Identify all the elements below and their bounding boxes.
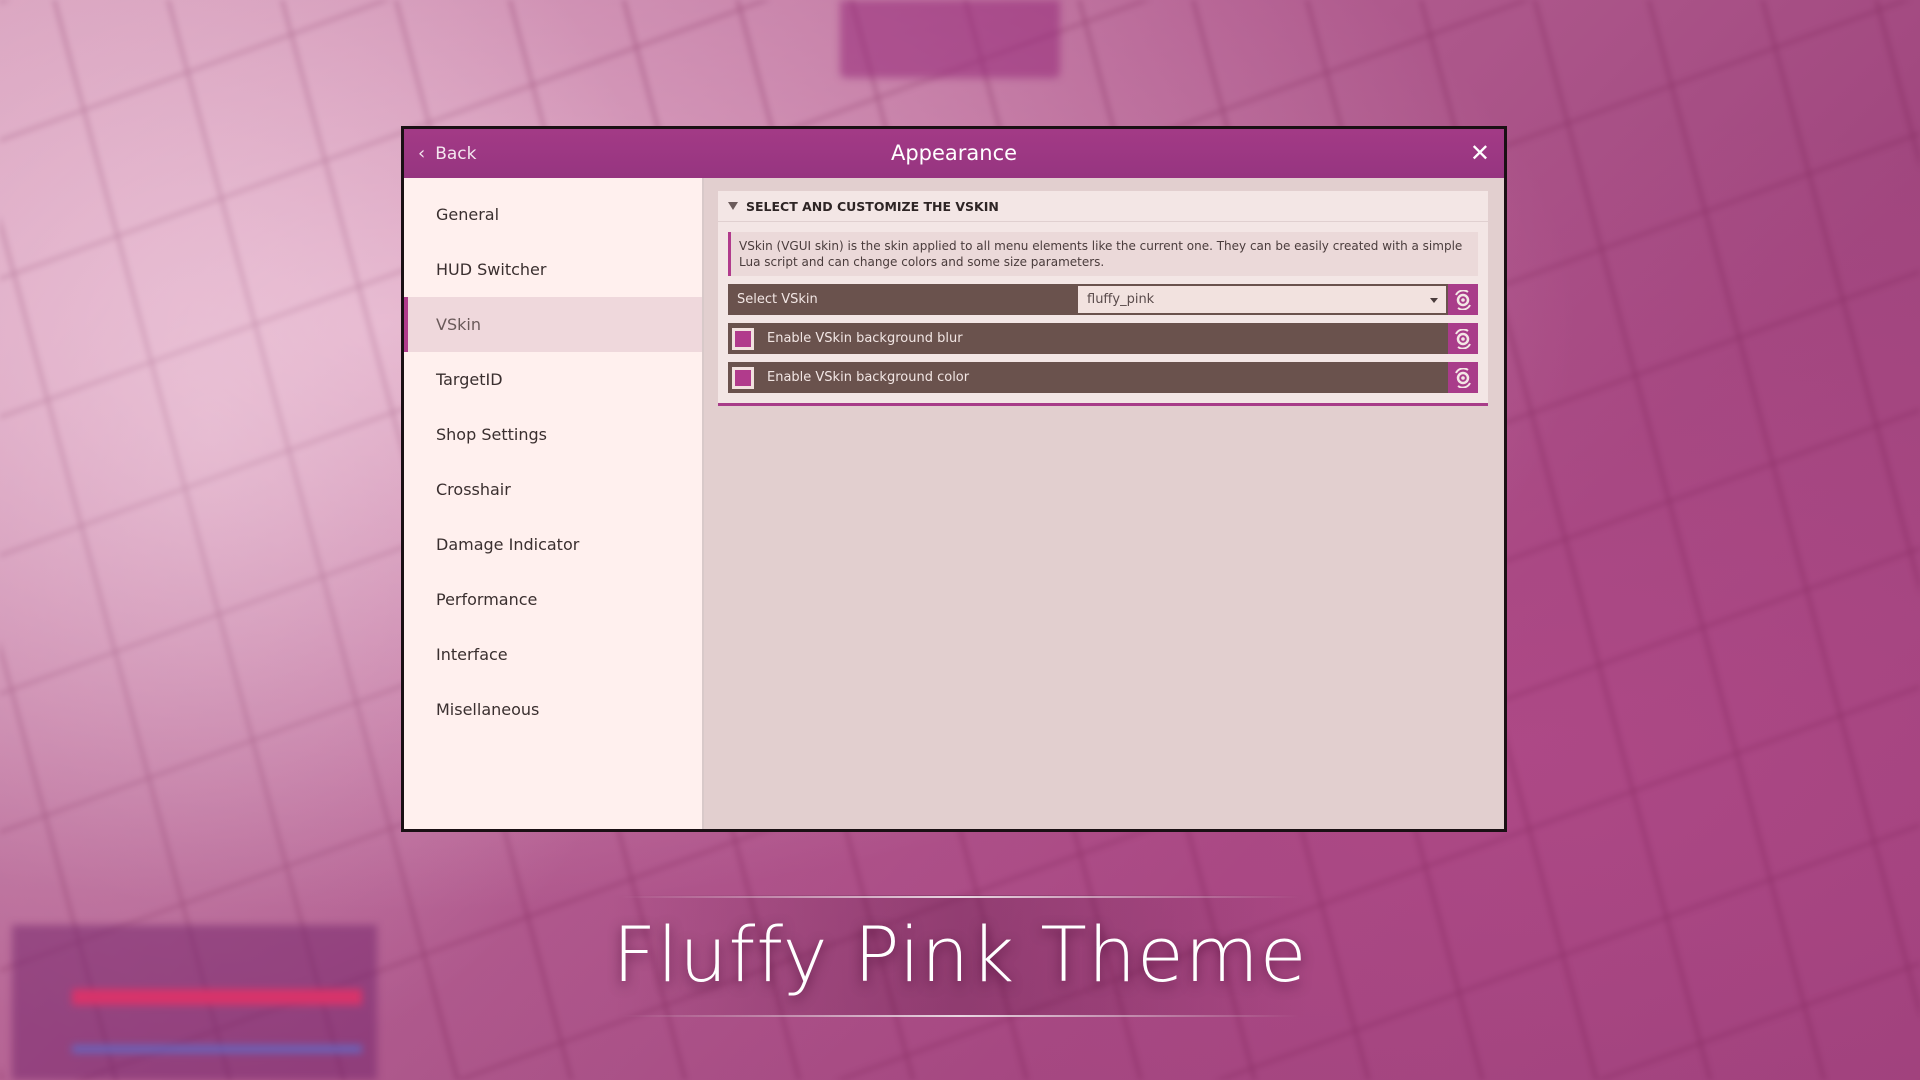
- sidebar-item-label: Damage Indicator: [436, 535, 580, 554]
- sidebar-item-vskin[interactable]: VSkin: [404, 297, 702, 352]
- sidebar-item-crosshair[interactable]: Crosshair: [404, 462, 702, 517]
- footer-divider-top: [620, 896, 1300, 898]
- vskin-dropdown[interactable]: fluffy_pink: [1078, 286, 1446, 313]
- reset-icon[interactable]: [1448, 284, 1478, 315]
- titlebar: ‹ Back Appearance ✕: [404, 129, 1504, 178]
- select-vskin-label: Select VSkin: [737, 292, 818, 307]
- panel-header[interactable]: SELECT AND CUSTOMIZE THE VSKIN: [718, 191, 1488, 222]
- vskin-panel: SELECT AND CUSTOMIZE THE VSKIN VSkin (VG…: [718, 191, 1488, 406]
- theme-title: Fluffy Pink Theme: [612, 910, 1308, 999]
- sidebar-item-label: TargetID: [436, 370, 503, 389]
- sidebar-item-label: General: [436, 205, 500, 224]
- dropdown-caret-icon: [1430, 298, 1438, 303]
- sidebar-item-shop-settings[interactable]: Shop Settings: [404, 407, 702, 462]
- reset-icon[interactable]: [1448, 323, 1478, 354]
- background-hud-top: [840, 0, 1060, 78]
- background-hud-panel: [12, 925, 377, 1080]
- sidebar-item-label: Shop Settings: [436, 425, 547, 444]
- sidebar-item-targetid[interactable]: TargetID: [404, 352, 702, 407]
- sidebar-item-damage-indicator[interactable]: Damage Indicator: [404, 517, 702, 572]
- sidebar: General HUD Switcher VSkin TargetID Shop…: [404, 178, 704, 829]
- background-color-checkbox[interactable]: [732, 366, 754, 389]
- content-area: SELECT AND CUSTOMIZE THE VSKIN VSkin (VG…: [704, 178, 1504, 829]
- sidebar-item-label: Crosshair: [436, 480, 511, 499]
- back-label: Back: [435, 143, 477, 164]
- footer-divider-bottom: [620, 1015, 1300, 1017]
- sidebar-item-label: Interface: [436, 645, 508, 664]
- background-health-bar: [72, 989, 362, 1005]
- checkbox-checked-mark: [735, 369, 751, 386]
- chevron-left-icon: ‹: [418, 143, 426, 164]
- sidebar-item-label: Performance: [436, 590, 538, 609]
- appearance-window: ‹ Back Appearance ✕ General HUD Switcher…: [401, 126, 1507, 832]
- back-button[interactable]: ‹ Back: [418, 129, 476, 178]
- sidebar-item-miscellaneous[interactable]: Misellaneous: [404, 682, 702, 737]
- sidebar-item-hud-switcher[interactable]: HUD Switcher: [404, 242, 702, 297]
- background-blur-checkbox[interactable]: [732, 327, 754, 350]
- window-title: Appearance: [890, 141, 1018, 165]
- close-icon[interactable]: ✕: [1470, 129, 1490, 178]
- sidebar-item-label: HUD Switcher: [436, 260, 547, 279]
- collapse-triangle-icon: [728, 202, 738, 210]
- select-vskin-row: Select VSkin fluffy_pink: [728, 284, 1478, 315]
- reset-icon[interactable]: [1448, 362, 1478, 393]
- sidebar-item-label: VSkin: [436, 315, 481, 334]
- sidebar-item-interface[interactable]: Interface: [404, 627, 702, 682]
- checkbox-checked-mark: [735, 330, 751, 347]
- background-ammo-bar: [72, 1045, 362, 1053]
- background-blur-row: Enable VSkin background blur: [728, 323, 1478, 354]
- background-color-label: Enable VSkin background color: [767, 370, 970, 385]
- window-body: General HUD Switcher VSkin TargetID Shop…: [404, 178, 1504, 829]
- panel-heading: SELECT AND CUSTOMIZE THE VSKIN: [746, 198, 999, 214]
- description-text: VSkin (VGUI skin) is the skin applied to…: [728, 232, 1478, 276]
- sidebar-item-performance[interactable]: Performance: [404, 572, 702, 627]
- background-color-row: Enable VSkin background color: [728, 362, 1478, 393]
- background-blur-label: Enable VSkin background blur: [767, 331, 963, 346]
- sidebar-item-label: Misellaneous: [436, 700, 540, 719]
- vskin-dropdown-value: fluffy_pink: [1087, 292, 1155, 307]
- sidebar-item-general[interactable]: General: [404, 187, 702, 242]
